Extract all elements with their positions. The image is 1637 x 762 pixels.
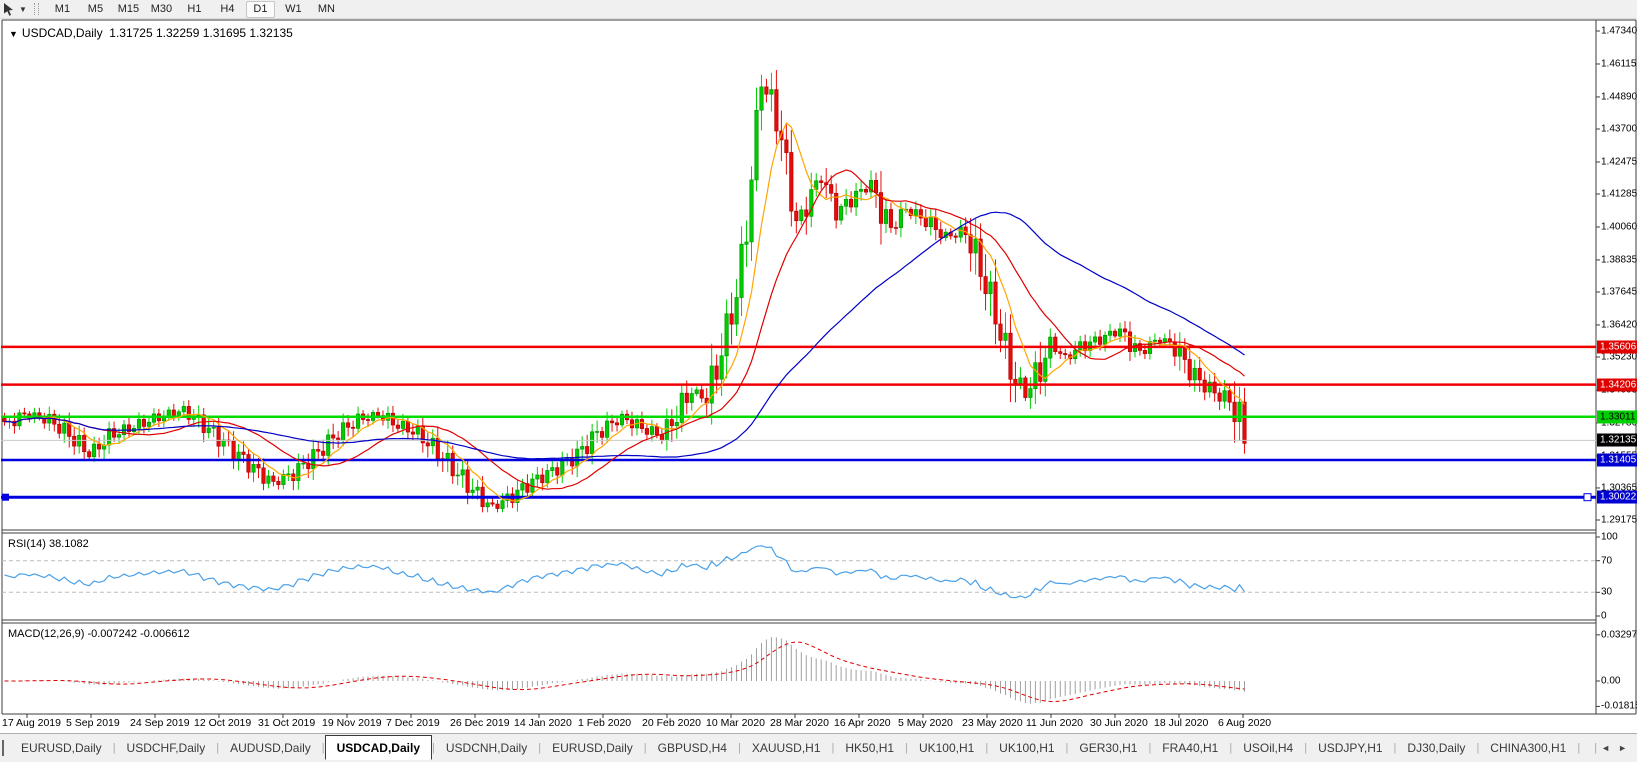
price-axis-tick: 1.40060	[1601, 221, 1637, 233]
chart-tab-2-audusd-daily[interactable]: AUDUSD,Daily	[219, 737, 322, 759]
date-axis-label: 30 Jun 2020	[1090, 717, 1148, 729]
sma-8-line	[4, 122, 1245, 502]
price-tag-1.33011: 1.33011	[1597, 410, 1637, 424]
date-axis-label: 1 Feb 2020	[578, 717, 632, 729]
tab-scroll-arrows: | ◄ ►	[1590, 734, 1637, 762]
price-axis-tick: 1.41285	[1601, 188, 1637, 200]
date-axis-label: 16 Apr 2020	[834, 717, 891, 729]
candlestick-series	[2, 70, 1247, 513]
macd-label: MACD(12,26,9) -0.007242 -0.006612	[8, 628, 190, 640]
chart-tab-6-gbpusd-h4[interactable]: GBPUSD,H4	[647, 737, 738, 759]
price-tag-1.34206: 1.34206	[1597, 378, 1637, 392]
cursor-tool-icon[interactable]	[2, 2, 18, 16]
hline-handle-right[interactable]	[1583, 493, 1592, 502]
date-axis-label: 10 Mar 2020	[706, 717, 765, 729]
symbol-dropdown-icon[interactable]: ▼	[9, 29, 18, 39]
date-axis-label: 14 Jan 2020	[514, 717, 572, 729]
rsi-axis-tick: 70	[1601, 555, 1613, 567]
chart-tab-1-usdchf-daily[interactable]: USDCHF,Daily	[116, 737, 217, 759]
timeframe-toolbar: ▼ M1 M5 M15 M30 H1 H4 D1 W1 MN	[0, 0, 1637, 19]
date-axis-label: 7 Dec 2019	[386, 717, 440, 729]
date-axis-label: 17 Aug 2019	[2, 717, 61, 729]
symbol-name: USDCAD,Daily	[21, 26, 103, 40]
date-axis-label: 12 Oct 2019	[194, 717, 252, 729]
timeframe-button-w1[interactable]: W1	[279, 1, 308, 18]
chevron-down-icon[interactable]: ▼	[19, 5, 27, 14]
price-tag-1.32135: 1.32135	[1597, 433, 1637, 447]
rsi-label: RSI(14) 38.1082	[8, 538, 89, 550]
sma-20-line	[4, 169, 1245, 490]
date-axis-label: 28 Mar 2020	[770, 717, 829, 729]
timeframe-button-m5[interactable]: M5	[81, 1, 110, 18]
timeframe-button-h1[interactable]: H1	[180, 1, 209, 18]
rsi-axis-tick: 100	[1601, 531, 1618, 543]
price-axis-tick: 1.29175	[1601, 514, 1637, 526]
date-axis-label: 31 Oct 2019	[258, 717, 316, 729]
price-axis-tick: 1.38835	[1601, 254, 1637, 266]
price-axis-tick: 1.46115	[1601, 58, 1637, 70]
timeframe-button-h4[interactable]: H4	[213, 1, 242, 18]
macd-axis-tick: 0.00	[1601, 675, 1621, 687]
price-axis-tick: 1.44890	[1601, 91, 1637, 103]
chart-tab-12-fra40-h1[interactable]: FRA40,H1	[1151, 737, 1229, 759]
date-axis-label: 5 May 2020	[898, 717, 953, 729]
chart-tabbar: EURUSD,Daily | USDCHF,Daily | AUDUSD,Daily | U…	[0, 733, 1637, 762]
date-axis-label: 6 Aug 2020	[1218, 717, 1272, 729]
chart-tab-13-usoil-h4[interactable]: USOil,H4	[1232, 737, 1304, 759]
price-axis-tick: 1.43700	[1601, 123, 1637, 135]
chart-tabs: EURUSD,Daily | USDCHF,Daily | AUDUSD,Daily | U…	[10, 734, 1637, 760]
date-axis-label: 26 Dec 2019	[450, 717, 510, 729]
sma-55-line	[4, 211, 1245, 460]
chart-tab-8-hk50-h1[interactable]: HK50,H1	[834, 737, 905, 759]
date-axis-label: 24 Sep 2019	[130, 717, 190, 729]
chart-tab-10-uk100-h1[interactable]: UK100,H1	[988, 737, 1065, 759]
chart-tab-16-china300-h1[interactable]: CHINA300,H1	[1479, 737, 1577, 759]
price-axis-tick: 1.36420	[1601, 319, 1637, 331]
chart-tab-5-eurusd-daily[interactable]: EURUSD,Daily	[541, 737, 644, 759]
date-axis-label: 19 Nov 2019	[322, 717, 382, 729]
chart-tab-9-uk100-h1[interactable]: UK100,H1	[908, 737, 985, 759]
date-axis-label: 5 Sep 2019	[66, 717, 120, 729]
macd-axis-tick: 0.032972	[1601, 629, 1637, 641]
price-axis-tick: 1.42475	[1601, 156, 1637, 168]
tab-scroll-right-icon[interactable]: ►	[1614, 741, 1631, 755]
rsi-axis-tick: 0	[1601, 610, 1607, 622]
timeframe-button-m30[interactable]: M30	[147, 1, 176, 18]
rsi-axis-tick: 30	[1601, 586, 1613, 598]
tab-scroll-left-icon[interactable]: ◄	[1597, 741, 1614, 755]
chart-tab-11-ger30-h1[interactable]: GER30,H1	[1068, 737, 1148, 759]
tabbar-grip	[2, 740, 4, 756]
chart-tab-15-dj30-daily[interactable]: DJ30,Daily	[1396, 737, 1476, 759]
price-tag-1.31405: 1.31405	[1597, 453, 1637, 467]
timeframe-button-d1[interactable]: D1	[245, 0, 275, 18]
trading-platform-window: ▼ M1 M5 M15 M30 H1 H4 D1 W1 MN ▼ USDCAD,Daily 1.3…	[0, 0, 1637, 762]
chart-tab-4-usdcnh-daily[interactable]: USDCNH,Daily	[435, 737, 538, 759]
chart-tab-3-usdcad-daily[interactable]: USDCAD,Daily	[324, 734, 432, 760]
hline-handle-left[interactable]	[2, 493, 9, 501]
timeframe-button-m1[interactable]: M1	[48, 1, 77, 18]
timeframe-button-mn[interactable]: MN	[312, 1, 341, 18]
price-axis-tick: 1.47340	[1601, 25, 1637, 37]
timeframe-buttons: M1 M5 M15 M30 H1 H4 D1 W1 MN	[46, 0, 343, 18]
toolbar-grip[interactable]	[33, 3, 39, 15]
date-axis-label: 11 Jun 2020	[1026, 717, 1084, 729]
date-axis-label: 23 May 2020	[962, 717, 1023, 729]
macd-histogram	[14, 637, 1245, 704]
rsi-line	[4, 545, 1245, 599]
chart-tab-0-eurusd-daily[interactable]: EURUSD,Daily	[10, 737, 113, 759]
macd-axis-tick: -0.018154	[1601, 700, 1637, 712]
timeframe-button-m15[interactable]: M15	[114, 1, 143, 18]
price-tag-1.30022: 1.30022	[1597, 490, 1637, 504]
date-axis-label: 18 Jul 2020	[1154, 717, 1209, 729]
price-axis-tick: 1.37645	[1601, 286, 1637, 298]
price-tag-1.35606: 1.35606	[1597, 340, 1637, 354]
chart-tab-7-xauusd-h1[interactable]: XAUUSD,H1	[741, 737, 832, 759]
date-axis-label: 20 Feb 2020	[642, 717, 701, 729]
chart-title: ▼ USDCAD,Daily 1.31725 1.32259 1.31695 1.…	[9, 26, 293, 40]
ohlc-values: 1.31725 1.32259 1.31695 1.32135	[109, 26, 293, 40]
chart-tab-14-usdjpy-h1[interactable]: USDJPY,H1	[1307, 737, 1393, 759]
chart-canvas[interactable]	[0, 0, 1637, 761]
macd-signal-line	[4, 641, 1245, 703]
